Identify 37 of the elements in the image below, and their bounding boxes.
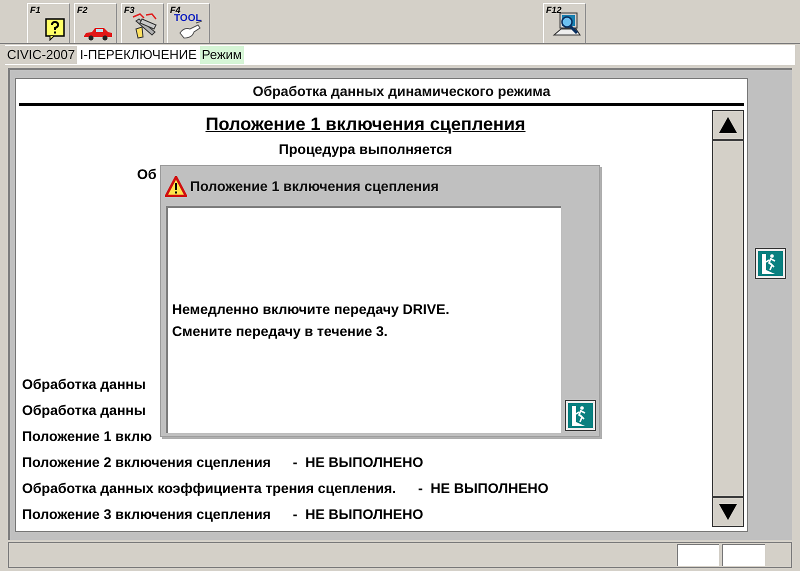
down-arrow-icon [718,503,738,521]
step-result: - НЕ ВЫПОЛНЕНО [292,452,424,472]
function-key-button[interactable]: F12 [543,3,586,43]
status-text: Процедура выполняется [278,140,452,159]
key-label: F3 [124,4,135,17]
up-arrow-icon [718,116,738,134]
model-label: CIVIC-2007 [5,46,77,64]
step-text: Положение 3 включения сцепления [22,504,271,524]
function-key-button[interactable]: F2 [74,3,117,43]
car-icon [83,27,113,41]
exit-icon [565,400,596,431]
exit-button[interactable] [565,400,596,431]
message-text: Немедленно включите передачу DRIVE. [172,300,450,319]
function-key-button[interactable]: TOOL F4 [167,3,210,43]
step-text: Обработка данны [22,400,146,420]
panel-header: Обработка данных динамического режима [252,82,550,101]
key-label: F12 [546,4,562,17]
warning-icon [165,176,187,196]
step-result: - НЕ ВЫПОЛНЕНО [418,478,549,498]
step-text: Обработка данных коэффициента трения сцепления. [22,478,396,498]
procedure-title: Положение 1 включения сцепления [206,112,526,136]
key-label: F2 [77,4,88,17]
dialog-title: Положение 1 включения сцепления [190,176,439,196]
key-label: F1 [30,4,41,17]
step-text: Обработка данны [22,374,146,394]
help-icon [44,17,66,41]
step-text: Положение 2 включения сцепления [22,452,271,472]
step-result: - НЕ ВЫПОЛНЕНО [292,504,424,524]
function-key-button[interactable]: F1 [27,3,70,43]
key-label: F4 [170,4,181,15]
step-text: Положение 1 вклю [22,426,152,446]
exit-icon [754,248,786,279]
exit-button[interactable] [754,248,786,279]
function-key-button[interactable]: F3 [121,3,164,43]
step-text: Об [137,164,157,184]
mode-label: Режим [200,46,244,64]
message-text: Смените передачу в течение 3. [172,322,389,341]
